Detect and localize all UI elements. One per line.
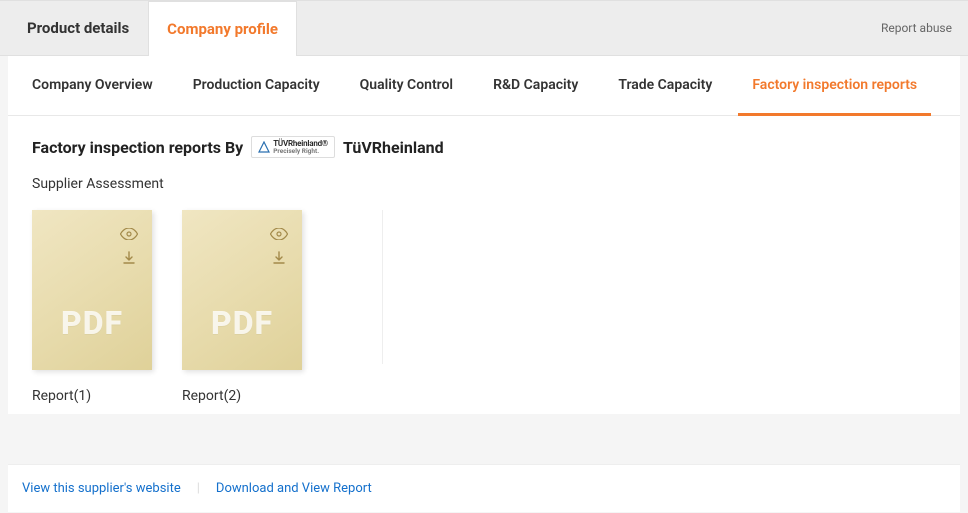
thumb-actions xyxy=(270,228,288,266)
report-item-2: PDF Report(2) xyxy=(182,210,302,404)
tab-product-details[interactable]: Product details xyxy=(8,1,148,55)
subtab-label: Quality Control xyxy=(360,77,453,93)
subtab-label: Company Overview xyxy=(32,77,153,93)
subtab-rd-capacity[interactable]: R&D Capacity xyxy=(479,57,592,116)
provider-name: TüVRheinland xyxy=(343,138,444,157)
tuv-tagline: Precisely Right. xyxy=(273,148,328,155)
sub-tab-bar: Company Overview Production Capacity Qua… xyxy=(8,56,960,116)
report-item-1: PDF Report(1) xyxy=(32,210,152,404)
subtab-trade-capacity[interactable]: Trade Capacity xyxy=(604,57,726,116)
report-caption: Report(2) xyxy=(182,388,302,404)
tab-label: Company profile xyxy=(167,20,278,38)
header-bar: Product details Company profile Report a… xyxy=(0,0,968,56)
footer-separator: | xyxy=(197,481,200,496)
report-thumbnail[interactable]: PDF xyxy=(32,210,152,370)
subtab-label: Trade Capacity xyxy=(618,77,712,93)
report-thumbnail[interactable]: PDF xyxy=(182,210,302,370)
download-view-report-link[interactable]: Download and View Report xyxy=(216,481,372,496)
subtab-production-capacity[interactable]: Production Capacity xyxy=(179,57,334,116)
tuv-badge: TÜVRheinland® Precisely Right. xyxy=(251,136,335,158)
tab-label: Product details xyxy=(27,19,129,37)
sub-heading: Supplier Assessment xyxy=(32,176,936,192)
section-title: Factory inspection reports By TÜVRheinla… xyxy=(32,136,936,158)
subtab-factory-inspection-reports[interactable]: Factory inspection reports xyxy=(738,57,931,116)
content-panel: Factory inspection reports By TÜVRheinla… xyxy=(8,116,960,414)
subtab-company-overview[interactable]: Company Overview xyxy=(18,57,167,116)
reports-divider xyxy=(382,210,383,364)
subtab-label: Production Capacity xyxy=(193,77,320,93)
eye-icon[interactable] xyxy=(120,228,138,240)
report-caption: Report(1) xyxy=(32,388,152,404)
thumb-actions xyxy=(120,228,138,266)
reports-row: PDF Report(1) PDF Report(2) xyxy=(32,210,936,404)
subtab-label: Factory inspection reports xyxy=(752,77,917,93)
download-icon[interactable] xyxy=(271,250,287,266)
view-supplier-website-link[interactable]: View this supplier's website xyxy=(22,481,181,496)
file-type-label: PDF xyxy=(182,304,302,342)
footer-links: View this supplier's website | Download … xyxy=(8,464,960,512)
eye-icon[interactable] xyxy=(270,228,288,240)
section-title-prefix: Factory inspection reports By xyxy=(32,138,243,157)
download-icon[interactable] xyxy=(121,250,137,266)
subtab-quality-control[interactable]: Quality Control xyxy=(346,57,467,116)
tuv-triangle-icon xyxy=(258,141,270,153)
report-abuse-link[interactable]: Report abuse xyxy=(881,21,952,35)
tuv-badge-texts: TÜVRheinland® Precisely Right. xyxy=(273,140,328,155)
tab-company-profile[interactable]: Company profile xyxy=(148,1,297,56)
file-type-label: PDF xyxy=(32,304,152,342)
subtab-label: R&D Capacity xyxy=(493,77,578,93)
main-tabs: Product details Company profile xyxy=(8,1,297,55)
